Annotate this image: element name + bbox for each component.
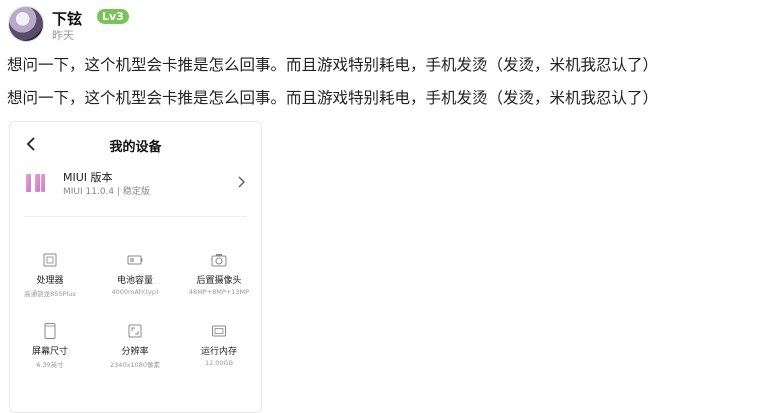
spec-camera: 后置摄像头 48MP+8MP+13MP (179, 251, 259, 296)
spec-name: 屏幕尺寸 (31, 347, 68, 357)
miui-logo-icon (26, 174, 45, 192)
spec-value: 48MP+8MP+13MP (188, 288, 250, 296)
spec-name: 分辨率 (121, 347, 149, 357)
post-text-line: 想问一下，这个机型会卡推是怎么回事。而且游戏特别耗电，手机发烫（发烫，米机我忍认… (7, 89, 659, 107)
spec-processor: 处理器 高通骁龙855Plus (10, 251, 90, 298)
spec-value: 12.00GB (204, 359, 234, 367)
camera-icon (211, 254, 227, 267)
spec-value: 6.39英寸 (36, 361, 64, 369)
spec-battery: 电池容量 4000mAh(typ) (95, 251, 175, 296)
spec-value: 2340x1080像素 (110, 361, 160, 369)
processor-icon (43, 253, 57, 267)
chevron-right-icon[interactable] (237, 176, 245, 188)
spec-screen-size: 屏幕尺寸 6.39英寸 (10, 322, 90, 369)
spec-resolution: 分辨率 2340x1080像素 (95, 322, 175, 369)
spec-name: 后置摄像头 (196, 276, 242, 286)
spec-value: 4000mAh(typ) (111, 288, 159, 296)
post-text-line: 想问一下，这个机型会卡推是怎么回事。而且游戏特别耗电，手机发烫（发烫，米机我忍认… (7, 56, 659, 74)
battery-icon (127, 255, 143, 265)
resolution-icon (128, 324, 142, 338)
miui-version-value: MIUI 11.0.4 | 稳定版 (63, 187, 150, 197)
username[interactable]: 下铉 (52, 8, 82, 29)
avatar[interactable] (8, 6, 44, 42)
spec-name: 处理器 (36, 276, 64, 286)
level-badge: Lv3 (97, 9, 129, 24)
divider (24, 216, 247, 217)
spec-value: 高通骁龙855Plus (24, 290, 76, 298)
spec-memory: 运行内存 12.00GB (179, 322, 259, 367)
miui-version-label: MIUI 版本 (63, 171, 113, 184)
spec-name: 电池容量 (116, 276, 153, 286)
post-time: 昨天 (52, 29, 74, 42)
card-title: 我的设备 (109, 140, 162, 155)
device-screenshot-card[interactable]: 我的设备 MIUI 版本 MIUI 11.0.4 | 稳定版 处理器 高通骁龙8… (9, 121, 262, 413)
screen-icon (44, 323, 56, 339)
post-header: 下铉 Lv3 昨天 (8, 6, 768, 42)
memory-icon (212, 325, 226, 337)
spec-name: 运行内存 (200, 347, 237, 357)
